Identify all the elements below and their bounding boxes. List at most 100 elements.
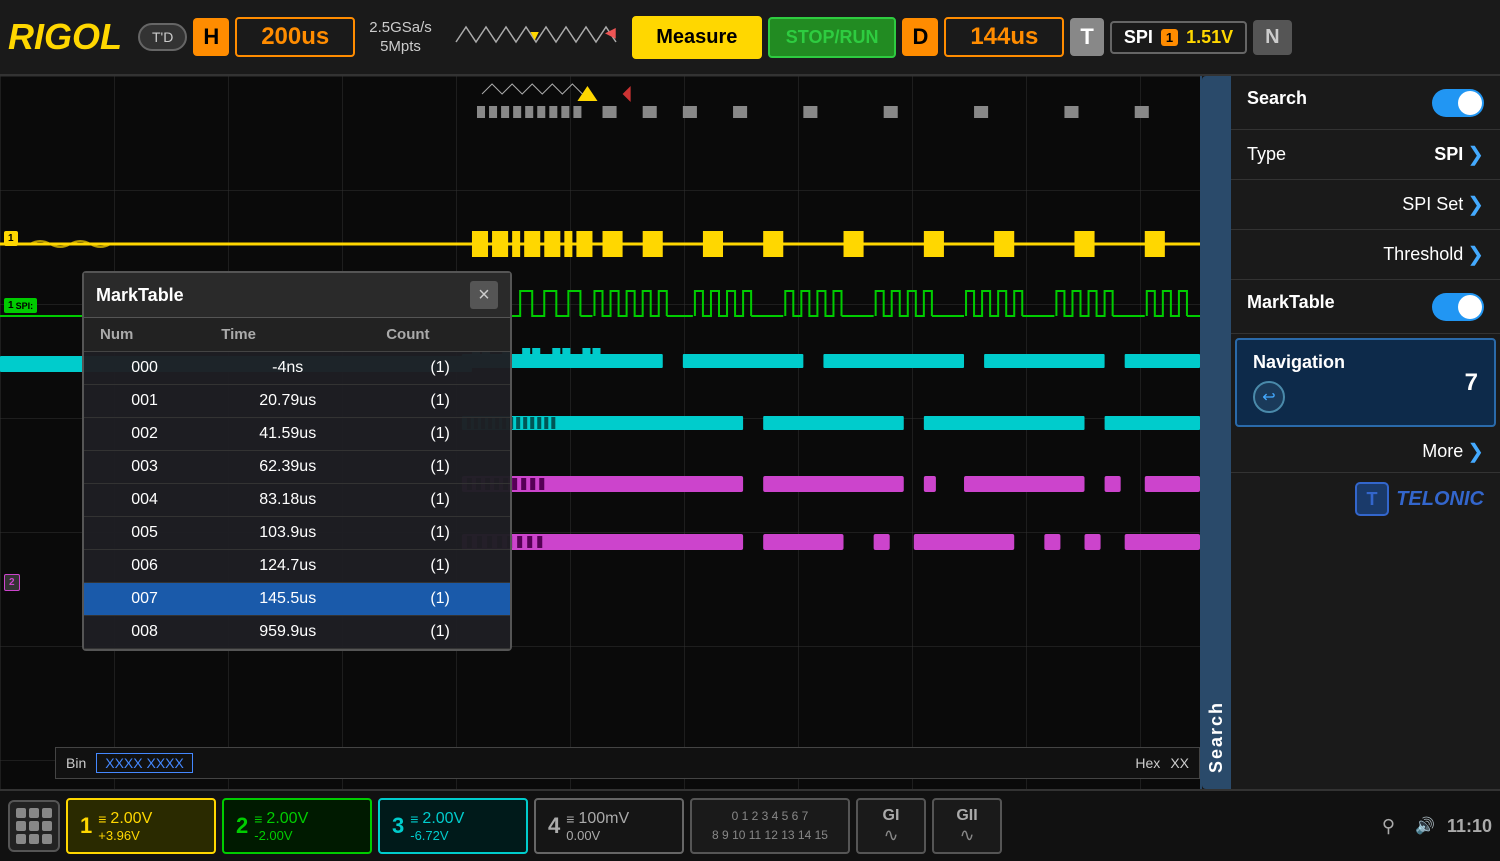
threshold-arrow-icon: ❯ [1467, 242, 1484, 267]
marktable-row-1[interactable]: 00120.79us(1) [84, 385, 510, 418]
bin-value: XXXX XXXX [96, 753, 193, 773]
marktable-row-7[interactable]: 007145.5us(1) [84, 583, 510, 616]
ch2-box[interactable]: 2 ≡ 2.00V -2.00V [222, 798, 372, 854]
voltage-display: 1.51V [1186, 27, 1233, 48]
d-button[interactable]: D [902, 18, 938, 56]
h-button[interactable]: H [193, 18, 229, 56]
marktable-row-8[interactable]: 008959.9us(1) [84, 616, 510, 649]
bottom-bar: 1 ≡ 2.00V +3.96V 2 ≡ 2.00V -2.00V [0, 789, 1500, 861]
measure-button[interactable]: Measure [632, 16, 762, 59]
more-arrow-icon: ❯ [1467, 439, 1484, 464]
marktable-cell-time-3: 62.39us [205, 451, 370, 484]
marktable-panel-title: MarkTable [1247, 292, 1335, 313]
navigation-section[interactable]: Navigation ↩ 7 [1235, 338, 1496, 427]
d2-badge: 2 [4, 574, 20, 591]
ch2-badge: 1 SPI: [4, 298, 37, 313]
sample-info: 2.5GSa/s 5Mpts [361, 18, 440, 57]
spi-set-row[interactable]: SPI Set ❯ [1231, 180, 1500, 230]
marktable-cell-num-2: 002 [84, 418, 205, 451]
ch1-volt-row: ≡ 2.00V [98, 810, 152, 828]
marktable-row-0[interactable]: 000-4ns(1) [84, 352, 510, 385]
gi-box[interactable]: GI ∿ [856, 798, 926, 854]
navigation-number: 7 [1465, 369, 1478, 397]
marktable-row-2[interactable]: 00241.59us(1) [84, 418, 510, 451]
marktable-row-5[interactable]: 005103.9us(1) [84, 517, 510, 550]
threshold-row[interactable]: Threshold ❯ [1231, 230, 1500, 280]
ch1-dash: ≡ [98, 811, 106, 827]
ch4-box[interactable]: 4 ≡ 100mV 0.00V [534, 798, 684, 854]
ch4-offset: 0.00V [566, 828, 629, 843]
rigol-logo: RIGOL [8, 16, 122, 58]
d2-indicator: 2 [4, 574, 20, 591]
stoprun-button[interactable]: STOP/RUN [768, 17, 897, 58]
navigation-content: Navigation ↩ [1253, 352, 1345, 413]
hex-label: Hex [1135, 755, 1160, 771]
navigation-icon[interactable]: ↩ [1253, 381, 1285, 413]
ch4-number: 4 [548, 813, 560, 839]
marktable-toggle-knob [1458, 295, 1482, 319]
logic-box[interactable]: 0 1 2 3 4 5 6 7 8 9 10 11 12 13 14 15 [690, 798, 850, 854]
marktable-cell-time-4: 83.18us [205, 484, 370, 517]
spi-set-label: SPI Set [1402, 194, 1463, 215]
marktable-cell-count-7: (1) [370, 583, 510, 616]
marktable-toggle[interactable] [1432, 293, 1484, 321]
ch1-badge: 1 [4, 231, 18, 246]
grid-dot [42, 808, 52, 818]
scope-display[interactable]: 1 1 SPI: 2 MarkTable × [0, 76, 1200, 789]
top-toolbar: RIGOL T'D H 200us 2.5GSa/s 5Mpts ▼ ◀ Mea… [0, 0, 1500, 76]
n-button[interactable]: N [1253, 20, 1291, 55]
marktable-close-button[interactable]: × [470, 281, 498, 309]
grid-button[interactable] [8, 800, 60, 852]
marktable-row-6[interactable]: 006124.7us(1) [84, 550, 510, 583]
usb-icon: ⚲ [1382, 816, 1395, 837]
svg-text:T: T [1367, 489, 1378, 509]
marktable-cell-time-7: 145.5us [205, 583, 370, 616]
time-div-display: 200us [235, 17, 355, 57]
ch4-dash: ≡ [566, 811, 574, 827]
left-indicators: 1 1 SPI: 2 [0, 76, 55, 789]
marktable-cell-count-4: (1) [370, 484, 510, 517]
grid-dot [16, 808, 26, 818]
marktable-row-3[interactable]: 00362.39us(1) [84, 451, 510, 484]
search-section: Search [1231, 76, 1500, 130]
marktable-cell-num-7: 007 [84, 583, 205, 616]
marktable-table: Num Time Count 000-4ns(1)00120.79us(1)00… [84, 318, 510, 649]
search-toggle[interactable] [1432, 89, 1484, 117]
gii-label: GII [956, 807, 977, 825]
status-icons: ⚲ 🔊 11:10 [1382, 816, 1492, 837]
col-time: Time [205, 318, 370, 352]
marktable-cell-count-1: (1) [370, 385, 510, 418]
type-value-row[interactable]: SPI ❯ [1434, 142, 1484, 167]
ch1-box[interactable]: 1 ≡ 2.00V +3.96V [66, 798, 216, 854]
type-label: Type [1247, 144, 1286, 165]
right-panel-inner: Search Search Type SPI ❯ [1202, 76, 1500, 789]
ch3-dash: ≡ [410, 811, 418, 827]
marktable-row-4[interactable]: 00483.18us(1) [84, 484, 510, 517]
grid-dot [42, 821, 52, 831]
col-num: Num [84, 318, 205, 352]
ch3-offset: -6.72V [410, 828, 464, 843]
toggle-knob [1458, 91, 1482, 115]
ch3-box[interactable]: 3 ≡ 2.00V -6.72V [378, 798, 528, 854]
ch2-offset: -2.00V [254, 828, 308, 843]
more-row[interactable]: More ❯ [1231, 431, 1500, 473]
t-button[interactable]: T [1070, 18, 1103, 56]
marktable-cell-count-6: (1) [370, 550, 510, 583]
ch4-volt: 100mV [578, 810, 629, 828]
search-vertical-label: Search [1202, 76, 1231, 789]
type-arrow-icon: ❯ [1467, 142, 1484, 167]
gi-wave-icon: ∿ [883, 825, 898, 846]
ch2-dash: ≡ [254, 811, 262, 827]
marktable-cell-num-5: 005 [84, 517, 205, 550]
ch2-volt-row: ≡ 2.00V [254, 810, 308, 828]
marktable-window: MarkTable × Num Time Count 000-4ns(1)001… [82, 271, 512, 651]
marktable-cell-count-5: (1) [370, 517, 510, 550]
ch2-indicator: 1 SPI: [4, 298, 37, 313]
td-button[interactable]: T'D [138, 23, 187, 51]
gi-label: GI [883, 807, 900, 825]
marktable-cell-time-2: 41.59us [205, 418, 370, 451]
gii-box[interactable]: GII ∿ [932, 798, 1002, 854]
marktable-cell-time-5: 103.9us [205, 517, 370, 550]
marktable-section: MarkTable [1231, 280, 1500, 334]
right-panel: Search Search Type SPI ❯ [1200, 76, 1500, 789]
